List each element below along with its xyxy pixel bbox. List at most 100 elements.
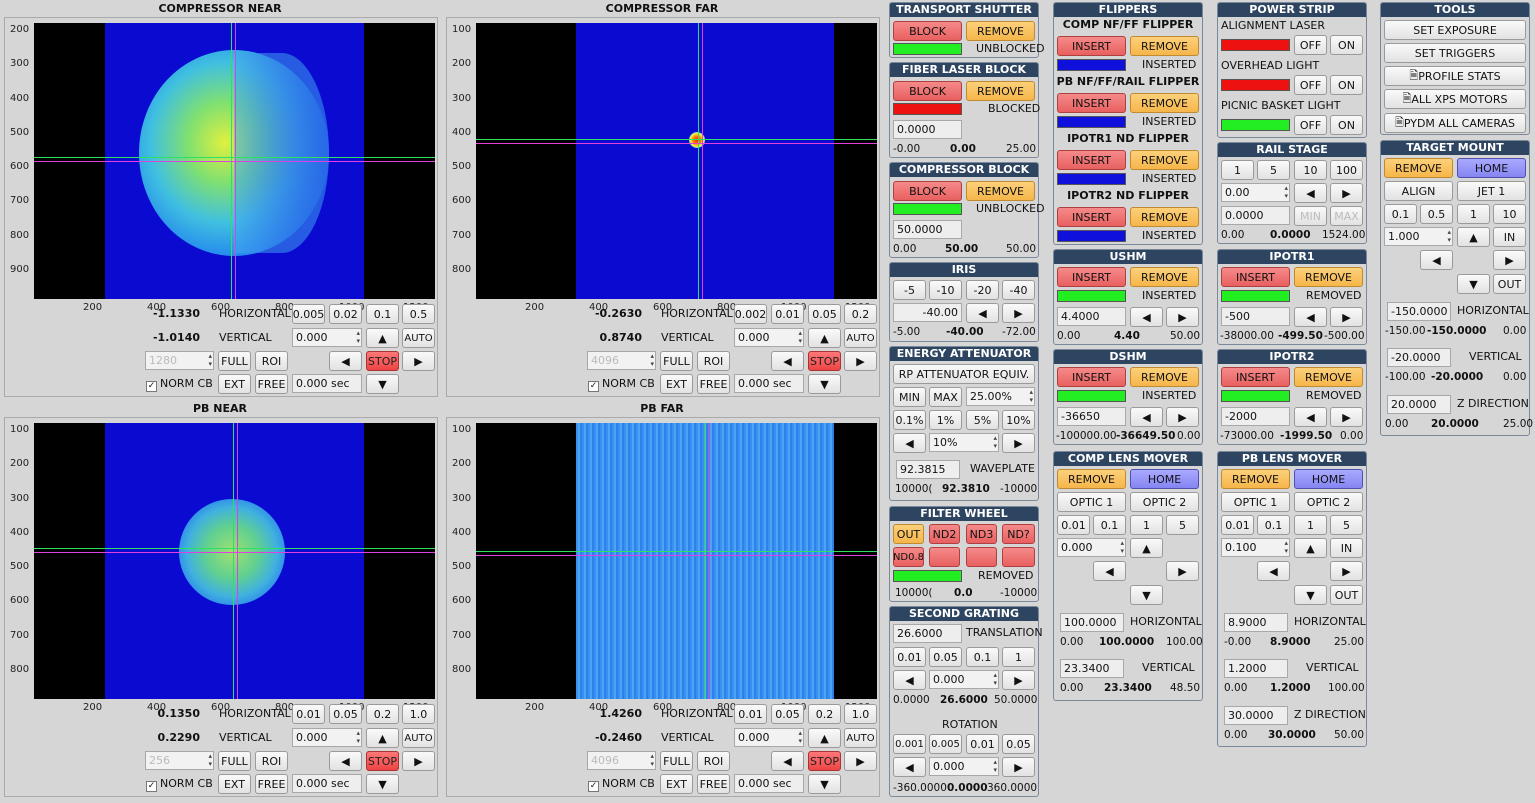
- filter-nd08-button[interactable]: ND0.8: [893, 547, 924, 567]
- vertical-field[interactable]: 1.2000: [1224, 659, 1288, 678]
- filter-empty-button[interactable]: [1002, 547, 1035, 567]
- step-button[interactable]: 5: [1330, 515, 1363, 535]
- ext-button[interactable]: EXT: [218, 374, 251, 394]
- step-button[interactable]: 0.005: [292, 304, 325, 324]
- camera-image[interactable]: [476, 23, 877, 299]
- remove-button[interactable]: REMOVE: [1130, 267, 1199, 287]
- jet-1-button[interactable]: JET 1: [1457, 181, 1526, 201]
- step-button[interactable]: 10: [1493, 204, 1526, 224]
- translation-field[interactable]: 26.6000: [893, 624, 962, 643]
- percent-step-button[interactable]: 5%: [966, 410, 999, 430]
- insert-button[interactable]: INSERT: [1057, 93, 1126, 113]
- iris-step-button[interactable]: -40: [1002, 280, 1035, 300]
- right-arrow-button[interactable]: ▶: [1166, 307, 1199, 327]
- insert-button[interactable]: INSERT: [1057, 36, 1126, 56]
- auto-button[interactable]: AUTO: [844, 328, 877, 348]
- step-spinbox[interactable]: 10%: [929, 433, 999, 452]
- home-button[interactable]: HOME: [1130, 469, 1199, 489]
- step-button[interactable]: 0.1: [966, 647, 999, 667]
- left-arrow-button[interactable]: ◀: [771, 751, 804, 771]
- up-arrow-button[interactable]: ▲: [808, 728, 841, 748]
- position-field[interactable]: 0.0000: [893, 120, 962, 139]
- iris-step-button[interactable]: -20: [966, 280, 999, 300]
- percent-step-button[interactable]: 10%: [1002, 410, 1035, 430]
- block-button[interactable]: BLOCK: [893, 181, 962, 201]
- left-arrow-button[interactable]: ◀: [771, 351, 804, 371]
- exposure-field[interactable]: 0.000 sec: [292, 374, 362, 393]
- down-arrow-button[interactable]: ▼: [808, 774, 841, 794]
- norm-cb-checkbox[interactable]: ✓ NORM CB: [146, 777, 213, 792]
- step-button[interactable]: 10: [1294, 160, 1327, 180]
- right-arrow-button[interactable]: ▶: [1166, 407, 1199, 427]
- step-button[interactable]: 5: [1257, 160, 1290, 180]
- set-triggers-button[interactable]: SET TRIGGERS: [1384, 43, 1526, 63]
- step-button[interactable]: 0.01: [771, 304, 804, 324]
- optic-2-button[interactable]: OPTIC 2: [1294, 492, 1363, 512]
- home-button[interactable]: HOME: [1294, 469, 1363, 489]
- percent-step-button[interactable]: 0.1%: [893, 410, 926, 430]
- stop-button[interactable]: STOP: [366, 351, 399, 371]
- camera-image[interactable]: [34, 423, 435, 699]
- remove-button[interactable]: REMOVE: [1057, 469, 1126, 489]
- position-field[interactable]: 4.4000: [1057, 307, 1126, 326]
- filter-empty-button[interactable]: [966, 547, 997, 567]
- full-button[interactable]: FULL: [218, 751, 251, 771]
- down-arrow-button[interactable]: ▼: [1457, 274, 1490, 294]
- right-arrow-button[interactable]: ▶: [1166, 561, 1199, 581]
- translation-step-spinbox[interactable]: 0.000: [929, 670, 999, 689]
- step-button[interactable]: 5: [1166, 515, 1199, 535]
- exposure-field[interactable]: 0.000 sec: [292, 774, 362, 793]
- position-field[interactable]: 50.0000: [893, 220, 962, 239]
- z-direction-field[interactable]: 20.0000: [1387, 395, 1451, 414]
- remove-button[interactable]: REMOVE: [1130, 367, 1199, 387]
- left-arrow-button[interactable]: ◀: [329, 351, 362, 371]
- step-button[interactable]: 0.1: [1093, 515, 1126, 535]
- right-arrow-button[interactable]: ▶: [1330, 183, 1363, 203]
- roi-button[interactable]: ROI: [697, 351, 730, 371]
- percent-spinbox[interactable]: 25.00%: [966, 387, 1035, 406]
- insert-button[interactable]: INSERT: [1057, 267, 1126, 287]
- step-button[interactable]: 0.01: [734, 704, 767, 724]
- set-exposure-button[interactable]: SET EXPOSURE: [1384, 20, 1526, 40]
- roi-button[interactable]: ROI: [255, 351, 288, 371]
- position-field[interactable]: -2000: [1221, 407, 1290, 426]
- auto-button[interactable]: AUTO: [402, 328, 435, 348]
- camera-image[interactable]: [476, 423, 877, 699]
- exposure-field[interactable]: 0.000 sec: [734, 774, 804, 793]
- position-field[interactable]: -36650: [1057, 407, 1126, 426]
- step-button[interactable]: 0.5: [1420, 204, 1453, 224]
- right-arrow-button[interactable]: ▶: [402, 751, 435, 771]
- free-button[interactable]: FREE: [255, 774, 288, 794]
- step-button[interactable]: 1: [1002, 647, 1035, 667]
- up-arrow-button[interactable]: ▲: [366, 328, 399, 348]
- left-arrow-button[interactable]: ◀: [1294, 307, 1327, 327]
- optic-1-button[interactable]: OPTIC 1: [1221, 492, 1290, 512]
- step-button[interactable]: 0.2: [366, 704, 399, 724]
- full-button[interactable]: FULL: [660, 351, 693, 371]
- home-button[interactable]: HOME: [1457, 158, 1526, 178]
- position-field[interactable]: -500: [1221, 307, 1290, 326]
- right-arrow-button[interactable]: ▶: [1002, 303, 1035, 323]
- step-button[interactable]: 0.01: [966, 734, 999, 754]
- right-arrow-button[interactable]: ▶: [1330, 561, 1363, 581]
- remove-button[interactable]: REMOVE: [1294, 267, 1363, 287]
- step-button[interactable]: 0.05: [929, 647, 962, 667]
- insert-button[interactable]: INSERT: [1221, 367, 1290, 387]
- min-button[interactable]: MIN: [1294, 206, 1327, 226]
- left-arrow-button[interactable]: ◀: [893, 757, 926, 777]
- up-arrow-button[interactable]: ▲: [1130, 538, 1163, 558]
- step-button[interactable]: 0.001: [893, 734, 926, 754]
- step-button[interactable]: 100: [1330, 160, 1363, 180]
- on-button[interactable]: ON: [1330, 115, 1363, 135]
- step-button[interactable]: 0.02: [329, 304, 362, 324]
- step-button[interactable]: 1: [1221, 160, 1254, 180]
- step-spinbox[interactable]: 0.000: [292, 728, 362, 747]
- iris-field[interactable]: -40.00: [893, 303, 962, 322]
- on-button[interactable]: ON: [1330, 75, 1363, 95]
- in-button[interactable]: IN: [1493, 227, 1526, 247]
- down-arrow-button[interactable]: ▼: [808, 374, 841, 394]
- step-spinbox[interactable]: 0.000: [734, 328, 804, 347]
- step-button[interactable]: 0.01: [1057, 515, 1090, 535]
- step-button[interactable]: 0.1: [1384, 204, 1417, 224]
- down-arrow-button[interactable]: ▼: [1294, 585, 1327, 605]
